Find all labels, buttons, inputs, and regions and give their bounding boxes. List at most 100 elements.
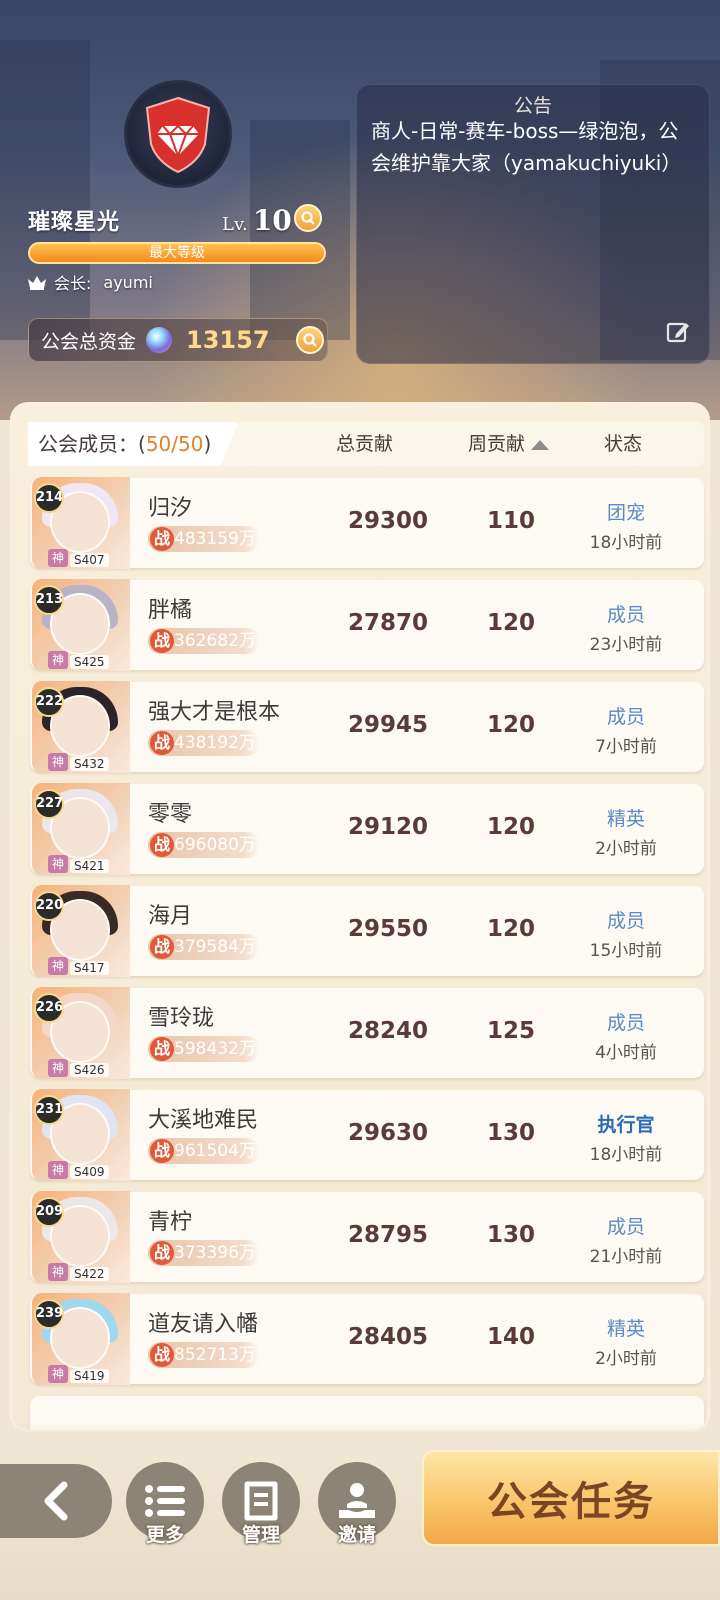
column-status[interactable]: 状态 bbox=[604, 422, 642, 466]
power-value: 373396万 bbox=[174, 1243, 256, 1263]
guild-task-label: 公会任务 bbox=[487, 1478, 655, 1525]
member-name: 雪玲珑 bbox=[148, 1006, 215, 1031]
member-last-online: 18小时前 bbox=[589, 1145, 663, 1165]
crown-icon bbox=[28, 276, 46, 290]
column-total-contribution[interactable]: 总贡献 bbox=[336, 422, 393, 466]
member-row[interactable]: 239 神 S419 道友请入幡战 852713万 28405 140 精英 2小时前 bbox=[30, 1293, 704, 1385]
member-avatar[interactable]: 213 神 S425 bbox=[32, 579, 130, 671]
guild-level: Lv. 10 bbox=[222, 204, 292, 237]
member-weekly-contribution: 120 bbox=[486, 916, 535, 942]
member-weekly-contribution: 140 bbox=[486, 1324, 535, 1350]
back-arrow-icon bbox=[44, 1481, 68, 1521]
member-server: S432 bbox=[70, 757, 109, 771]
member-total-contribution: 28405 bbox=[347, 1324, 429, 1350]
guild-emblem[interactable] bbox=[124, 80, 232, 188]
member-avatar[interactable]: 222 神 S432 bbox=[32, 681, 130, 773]
power-value: 362682万 bbox=[174, 631, 256, 651]
guild-funds: 公会总资金 13157 bbox=[28, 318, 328, 362]
back-button[interactable] bbox=[0, 1464, 112, 1538]
member-row[interactable]: 214 神 S407 归汐战 483159万 29300 110 团宠 18小时前 bbox=[30, 477, 704, 569]
member-total-contribution: 29300 bbox=[347, 508, 429, 534]
manage-icon bbox=[244, 1481, 278, 1521]
member-total-contribution: 28795 bbox=[347, 1222, 429, 1248]
member-weekly-contribution: 125 bbox=[486, 1018, 535, 1044]
member-server: S422 bbox=[70, 1267, 109, 1281]
member-avatar[interactable]: 220 神 S417 bbox=[32, 885, 130, 977]
power-tag: 战 bbox=[150, 527, 174, 551]
sort-up-icon bbox=[531, 439, 550, 450]
column-weekly-contribution[interactable]: 周贡献 bbox=[468, 422, 550, 466]
manage-label: 管理 bbox=[241, 1524, 280, 1546]
member-name: 归汐 bbox=[148, 496, 193, 521]
guild-task-button[interactable]: 公会任务 bbox=[422, 1450, 720, 1546]
more-label: 更多 bbox=[145, 1524, 184, 1546]
member-row[interactable]: 209 神 S422 青柠战 373396万 28795 130 成员 21小时前 bbox=[30, 1191, 704, 1283]
member-avatar[interactable]: 226 神 S426 bbox=[32, 987, 130, 1079]
guild-emblem-icon bbox=[145, 96, 211, 174]
member-power: 战 483159万 bbox=[148, 526, 260, 552]
power-tag: 战 bbox=[150, 629, 174, 653]
member-name: 道友请入幡 bbox=[148, 1312, 259, 1337]
member-row[interactable]: 231 神 S409 大溪地难民战 961504万 29630 130 执行官 18小时前 bbox=[30, 1089, 704, 1181]
member-avatar[interactable]: 209 神 S422 bbox=[32, 1191, 130, 1283]
funds-info-button[interactable] bbox=[296, 326, 324, 354]
list-icon bbox=[145, 1485, 185, 1517]
power-tag: 战 bbox=[150, 1241, 174, 1265]
member-name: 海月 bbox=[148, 904, 193, 929]
member-name: 青柠 bbox=[148, 1210, 193, 1235]
power-value: 961504万 bbox=[174, 1141, 256, 1161]
member-level-badge: 239 bbox=[34, 1299, 64, 1329]
member-row[interactable]: 227 神 S421 零零战 696080万 29120 120 精英 2小时前 bbox=[30, 783, 704, 875]
power-value: 852713万 bbox=[174, 1345, 256, 1365]
member-row[interactable]: 213 神 S425 胖橘战 362682万 27870 120 成员 23小时前 bbox=[30, 579, 704, 671]
member-last-online: 2小时前 bbox=[595, 839, 657, 859]
member-name: 大溪地难民 bbox=[148, 1108, 259, 1133]
member-power: 战 438192万 bbox=[148, 730, 260, 756]
member-name: 零零 bbox=[148, 802, 193, 827]
member-row[interactable]: 226 神 S426 雪玲珑战 598432万 28240 125 成员 4小时前 bbox=[30, 987, 704, 1079]
member-row[interactable]: 220 神 S417 海月战 379584万 29550 120 成员 15小时前 bbox=[30, 885, 704, 977]
member-avatar[interactable]: 227 神 S421 bbox=[32, 783, 130, 875]
power-value: 598432万 bbox=[174, 1039, 256, 1059]
power-value: 483159万 bbox=[174, 529, 256, 549]
god-tag: 神 bbox=[48, 1365, 68, 1383]
power-tag: 战 bbox=[150, 731, 174, 755]
god-tag: 神 bbox=[48, 753, 68, 771]
member-total-contribution: 27870 bbox=[347, 610, 429, 636]
member-level-badge: 231 bbox=[34, 1095, 64, 1125]
member-count: 50/50 bbox=[145, 432, 204, 456]
level-info-button[interactable] bbox=[294, 204, 322, 232]
power-value: 438192万 bbox=[174, 733, 256, 753]
invite-label: 邀请 bbox=[337, 1524, 376, 1546]
member-panel: 公会成员：(50/50) 总贡献 周贡献 状态 214 神 S407 归汐战 48315… bbox=[10, 402, 710, 1432]
search-icon bbox=[301, 211, 315, 225]
member-row[interactable]: 222 神 S432 强大才是根本战 438192万 29945 120 成员 7小时前 bbox=[30, 681, 704, 773]
god-tag: 神 bbox=[48, 651, 68, 669]
member-server: S426 bbox=[70, 1063, 109, 1077]
member-total-contribution: 29120 bbox=[347, 814, 429, 840]
member-role: 成员 bbox=[606, 706, 645, 728]
power-tag: 战 bbox=[150, 1343, 174, 1367]
god-tag: 神 bbox=[48, 1263, 68, 1281]
god-tag: 神 bbox=[48, 1161, 68, 1179]
member-last-online: 7小时前 bbox=[595, 737, 657, 757]
member-avatar[interactable]: 214 神 S407 bbox=[32, 477, 130, 569]
member-role: 成员 bbox=[606, 910, 645, 932]
leader-label: 会长: bbox=[54, 274, 92, 293]
member-last-online: 18小时前 bbox=[589, 533, 663, 553]
member-role: 执行官 bbox=[597, 1114, 655, 1136]
edit-icon[interactable] bbox=[665, 319, 691, 345]
member-power: 战 696080万 bbox=[148, 832, 260, 858]
member-server: S409 bbox=[70, 1165, 109, 1179]
gem-icon bbox=[146, 327, 173, 353]
member-avatar[interactable]: 231 神 S409 bbox=[32, 1089, 130, 1181]
member-role: 精英 bbox=[606, 808, 645, 830]
member-avatar[interactable]: 239 神 S419 bbox=[32, 1293, 130, 1385]
member-total-contribution: 29945 bbox=[347, 712, 429, 738]
leader-name: ayumi bbox=[103, 272, 153, 292]
member-level-badge: 214 bbox=[34, 483, 64, 513]
member-weekly-contribution: 120 bbox=[486, 610, 535, 636]
member-last-online: 4小时前 bbox=[595, 1043, 657, 1063]
god-tag: 神 bbox=[48, 1059, 68, 1077]
notice-text: 商人-日常-赛车-boss—绿泡泡，公会维护靠大家（yamakuchiyuki） bbox=[371, 119, 682, 175]
